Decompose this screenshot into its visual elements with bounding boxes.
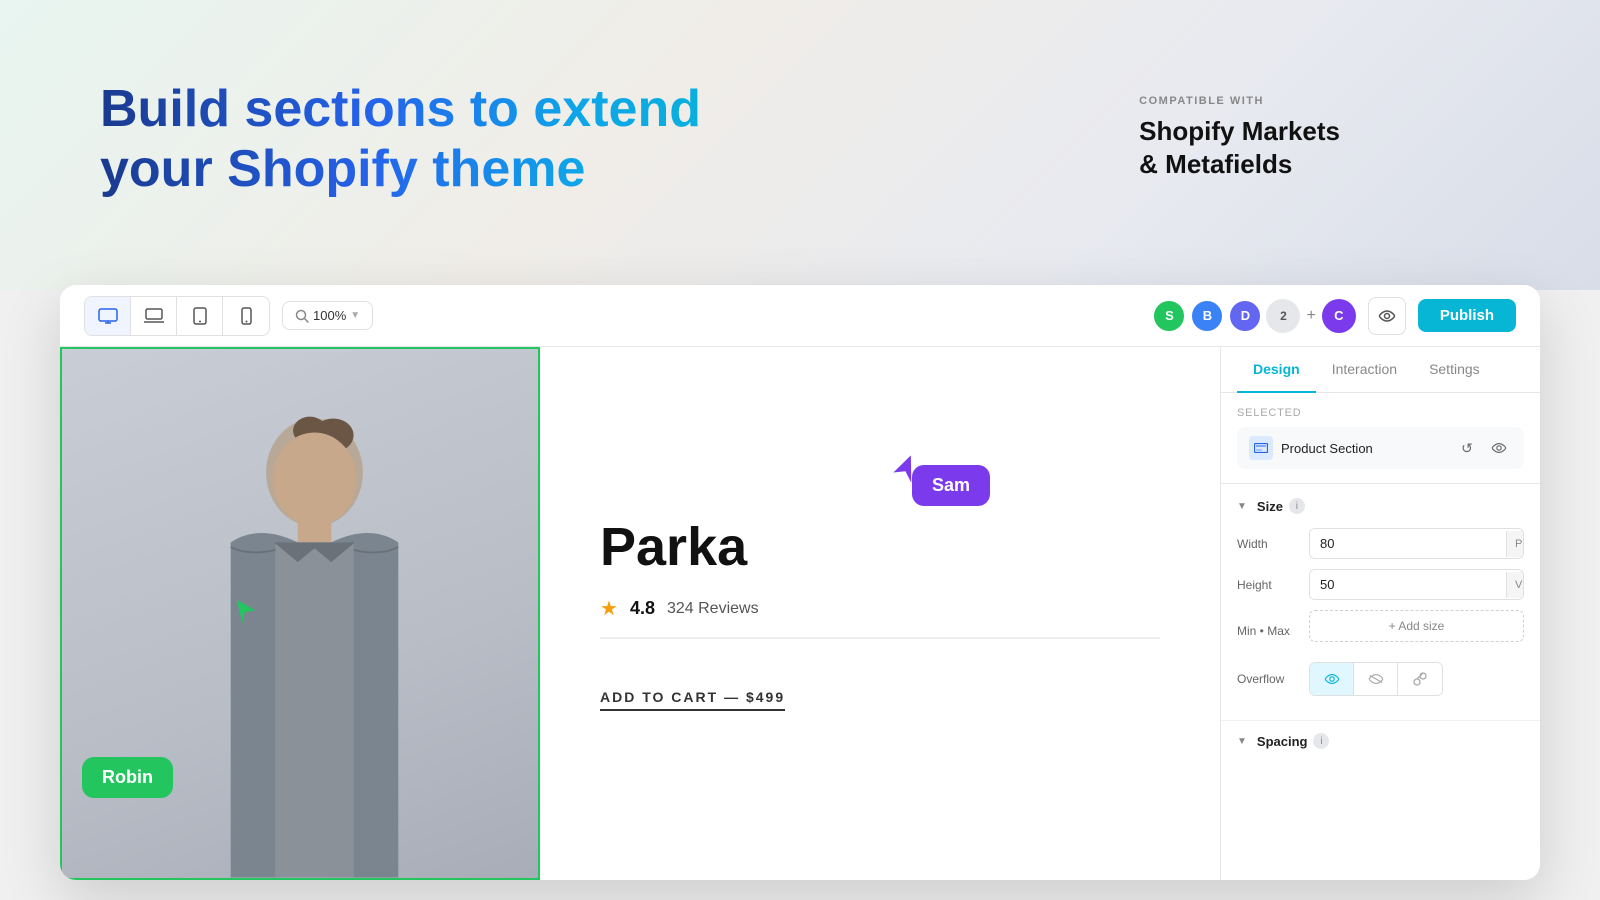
device-tablet-btn[interactable] [177,297,223,335]
overflow-toggle-group [1309,662,1443,696]
avatar-count: 2 [1266,299,1300,333]
height-row: Height VH View ▼ [1237,569,1524,600]
element-name: Product Section [1281,441,1446,456]
avatar-group: S B D 2 + C [1152,299,1355,333]
height-input[interactable] [1310,570,1506,599]
minmax-label: Min • Max [1237,624,1301,638]
avatar-b: B [1190,299,1224,333]
avatar-plus: + [1306,307,1315,325]
canvas-content: Robin Parka ★ 4.8 324 Reviews [60,347,1220,880]
tab-settings[interactable]: Settings [1413,347,1496,393]
product-image-container: Robin [60,347,540,880]
device-mobile-btn[interactable] [223,297,269,335]
width-unit: PX [1506,531,1524,557]
width-input[interactable] [1310,529,1506,558]
avatar-s: S [1152,299,1186,333]
product-name: Parka [600,516,1160,578]
height-unit: VH [1506,572,1524,598]
device-laptop-btn[interactable] [131,297,177,335]
hero-section: Build sections to extend your Shopify th… [100,80,1300,200]
spacing-chevron: ▼ [1237,736,1247,747]
product-details: Parka ★ 4.8 324 Reviews ADD TO CART — $4… [540,347,1220,880]
overflow-hidden-btn[interactable] [1354,663,1398,695]
height-label: Height [1237,578,1301,592]
compatible-title: Shopify Markets & Metafields [1139,115,1340,180]
spacing-info-icon: i [1313,733,1329,749]
selected-element: Product Section ↺ [1237,427,1524,469]
zoom-control[interactable]: 100% ▼ [282,301,373,330]
visibility-btn[interactable] [1486,435,1512,461]
preview-btn[interactable] [1368,297,1406,335]
person-silhouette [170,412,460,878]
spacing-section: ▼ Spacing i [1221,721,1540,775]
size-section-header[interactable]: ▼ Size i [1237,498,1524,514]
hero-title: Build sections to extend your Shopify th… [100,80,780,200]
rating-value: 4.8 [630,598,655,619]
size-section: ▼ Size i Width PX Fixed ▼ [1221,484,1540,721]
spacing-title: Spacing [1257,734,1308,749]
reviews-count: 324 Reviews [667,600,759,618]
toolbar: 100% ▼ S B D 2 + C Publish [60,285,1540,347]
tab-interaction[interactable]: Interaction [1316,347,1413,393]
overflow-label: Overflow [1237,672,1301,686]
width-input-group: PX Fixed ▼ [1309,528,1524,559]
compatible-section: COMPATIBLE WITH Shopify Markets & Metafi… [1139,95,1340,180]
device-buttons [84,296,270,336]
spacing-section-header[interactable]: ▼ Spacing i [1237,733,1524,749]
compatible-label: COMPATIBLE WITH [1139,95,1340,107]
sam-badge: Sam [912,465,990,506]
overflow-visible-btn[interactable] [1310,663,1354,695]
element-actions: ↺ [1454,435,1512,461]
overflow-row: Overflow [1237,662,1524,696]
selected-section: Selected Product Section ↺ [1221,393,1540,484]
avatar-c: C [1322,299,1356,333]
editor-body: Robin Parka ★ 4.8 324 Reviews [60,347,1540,880]
width-row: Width PX Fixed ▼ [1237,528,1524,559]
publish-button[interactable]: Publish [1418,299,1516,332]
height-input-group: VH View ▼ [1309,569,1524,600]
avatar-d: D [1228,299,1262,333]
add-size-btn[interactable]: + Add size [1309,610,1524,642]
star-icon: ★ [600,596,618,621]
panel-tabs: Design Interaction Settings [1221,347,1540,393]
add-to-cart-btn[interactable]: ADD TO CART — $499 [600,689,785,711]
device-desktop-btn[interactable] [85,297,131,335]
size-title: Size [1257,499,1283,514]
zoom-level: 100% [313,308,346,323]
product-rating: ★ 4.8 324 Reviews [600,596,1160,639]
size-chevron: ▼ [1237,501,1247,512]
robin-cursor [232,597,260,630]
width-label: Width [1237,537,1301,551]
minmax-row: Min • Max + Add size [1237,610,1524,652]
robin-badge: Robin [82,757,173,798]
tab-design[interactable]: Design [1237,347,1316,393]
right-panel: Design Interaction Settings Selected [1220,347,1540,880]
element-icon [1249,436,1273,460]
selected-label: Selected [1237,407,1524,419]
undo-btn[interactable]: ↺ [1454,435,1480,461]
editor-card: 100% ▼ S B D 2 + C Publish [60,285,1540,880]
size-info-icon: i [1289,498,1305,514]
canvas-area[interactable]: Robin Parka ★ 4.8 324 Reviews [60,347,1220,880]
overflow-clip-btn[interactable] [1398,663,1442,695]
